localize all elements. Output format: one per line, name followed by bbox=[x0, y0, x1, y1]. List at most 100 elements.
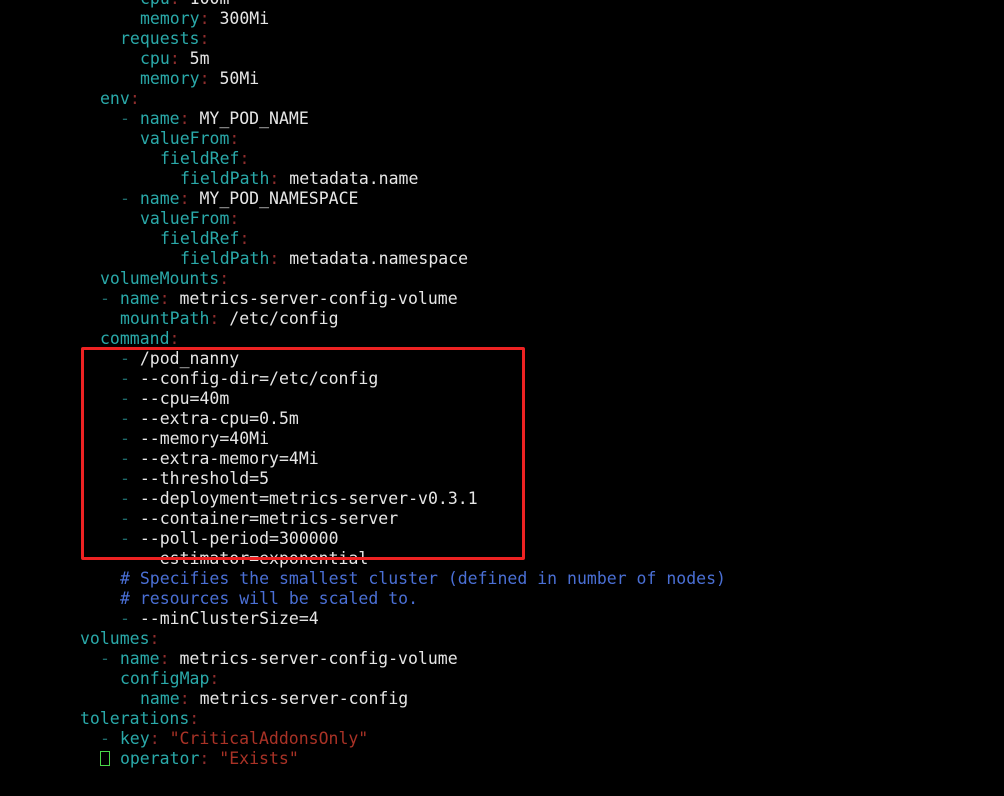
code-token-dash: - bbox=[120, 549, 140, 568]
code-token-key: cpu bbox=[140, 0, 170, 8]
code-line: volumeMounts: bbox=[0, 269, 1004, 289]
code-token-val: /etc/config bbox=[219, 309, 339, 328]
code-line: memory: 300Mi bbox=[0, 9, 1004, 29]
code-token-val: --cpu=40m bbox=[139, 389, 230, 408]
code-token-key: valueFrom bbox=[140, 129, 230, 148]
code-token-val: metrics-server-config bbox=[189, 689, 409, 708]
code-token-colon: : bbox=[129, 89, 140, 108]
code-line: - --container=metrics-server bbox=[0, 509, 1004, 529]
code-token-key: command bbox=[100, 329, 170, 348]
code-line: tolerations: bbox=[0, 709, 1004, 729]
code-token-comment: # resources will be scaled to. bbox=[120, 589, 419, 608]
code-token-colon: : bbox=[199, 69, 210, 88]
code-token-dash: - bbox=[120, 429, 140, 448]
code-line: - --threshold=5 bbox=[0, 469, 1004, 489]
code-token-val: MY_POD_NAMESPACE bbox=[189, 189, 359, 208]
code-token-key: fieldRef bbox=[160, 149, 240, 168]
code-token-colon: : bbox=[179, 109, 190, 128]
code-token-key: volumes bbox=[80, 629, 150, 648]
code-line: - --minClusterSize=4 bbox=[0, 609, 1004, 629]
code-token-dash: - bbox=[120, 469, 140, 488]
code-token-key: memory bbox=[140, 9, 200, 28]
code-line: valueFrom: bbox=[0, 209, 1004, 229]
code-line: fieldRef: bbox=[0, 229, 1004, 249]
code-line: name: metrics-server-config bbox=[0, 689, 1004, 709]
code-token-val: --estimator=exponential bbox=[139, 549, 369, 568]
code-token-dash: - bbox=[120, 609, 140, 628]
code-line: - --estimator=exponential bbox=[0, 549, 1004, 569]
code-token-colon: : bbox=[199, 9, 210, 28]
code-line: env: bbox=[0, 89, 1004, 109]
code-token-key: key bbox=[119, 729, 150, 748]
code-line: # Specifies the smallest cluster (define… bbox=[0, 569, 1004, 589]
code-token-val: metrics-server-config-volume bbox=[169, 289, 458, 308]
code-token-dash: - bbox=[120, 449, 140, 468]
code-token-key: name bbox=[119, 649, 160, 668]
code-token-val: /pod_nanny bbox=[139, 349, 240, 368]
code-line: cpu: 100m bbox=[0, 0, 1004, 9]
code-line: mountPath: /etc/config bbox=[0, 309, 1004, 329]
code-token-colon: : bbox=[159, 289, 170, 308]
code-token-val: --extra-memory=4Mi bbox=[139, 449, 319, 468]
code-token-dash: - bbox=[120, 189, 140, 208]
code-line: requests: bbox=[0, 29, 1004, 49]
code-token-dash: - bbox=[120, 509, 140, 528]
code-token-key: configMap bbox=[120, 669, 210, 688]
code-token-key: fieldPath bbox=[180, 169, 270, 188]
code-token-key: requests bbox=[120, 29, 200, 48]
code-token-dash: - bbox=[120, 369, 140, 388]
code-line: - --poll-period=300000 bbox=[0, 529, 1004, 549]
code-token-colon: : bbox=[179, 189, 190, 208]
yaml-code-view[interactable]: cpu: 100mmemory: 300Mirequests:cpu: 5mme… bbox=[0, 0, 1004, 769]
code-token-dash: - bbox=[120, 409, 140, 428]
code-token-colon: : bbox=[199, 29, 210, 48]
code-token-key: cpu bbox=[140, 49, 170, 68]
code-token-dash: - bbox=[120, 349, 140, 368]
code-token-colon: : bbox=[269, 249, 280, 268]
code-token-val: metadata.name bbox=[279, 169, 419, 188]
code-token-val: --threshold=5 bbox=[139, 469, 270, 488]
code-line: - name: MY_POD_NAMESPACE bbox=[0, 189, 1004, 209]
code-token-key: name bbox=[119, 289, 160, 308]
code-token-colon: : bbox=[269, 169, 280, 188]
code-token-dash: - bbox=[100, 289, 120, 308]
code-token-key: fieldPath bbox=[180, 249, 270, 268]
code-line: fieldPath: metadata.name bbox=[0, 169, 1004, 189]
code-token-key: env bbox=[100, 89, 130, 108]
code-line: cpu: 5m bbox=[0, 49, 1004, 69]
code-token-colon: : bbox=[169, 49, 180, 68]
code-token-val: metadata.namespace bbox=[279, 249, 469, 268]
code-token-val: --minClusterSize=4 bbox=[139, 609, 319, 628]
code-token-str: "CriticalAddonsOnly" bbox=[169, 729, 369, 748]
terminal-window[interactable]: cpu: 100mmemory: 300Mirequests:cpu: 5mme… bbox=[0, 0, 1004, 796]
code-line: - key: "CriticalAddonsOnly" bbox=[0, 729, 1004, 749]
code-line: command: bbox=[0, 329, 1004, 349]
code-token-dash: - bbox=[120, 489, 140, 508]
code-token-colon: : bbox=[179, 689, 190, 708]
code-token-comment: # Specifies the smallest cluster (define… bbox=[120, 569, 726, 588]
code-token-dash: - bbox=[120, 529, 140, 548]
code-token-key: volumeMounts bbox=[100, 269, 220, 288]
code-token-colon: : bbox=[229, 209, 240, 228]
code-token-key: fieldRef bbox=[160, 229, 240, 248]
code-line: - --extra-cpu=0.5m bbox=[0, 409, 1004, 429]
code-line: - --config-dir=/etc/config bbox=[0, 369, 1004, 389]
code-line: - name: metrics-server-config-volume bbox=[0, 649, 1004, 669]
code-token-val: metrics-server-config-volume bbox=[169, 649, 458, 668]
code-token-dash: - bbox=[120, 389, 140, 408]
code-token-colon: : bbox=[149, 629, 160, 648]
code-token-key: name bbox=[139, 109, 180, 128]
code-token-val: MY_POD_NAME bbox=[189, 109, 309, 128]
code-line: - --cpu=40m bbox=[0, 389, 1004, 409]
code-token-colon: : bbox=[229, 129, 240, 148]
code-token-val: --memory=40Mi bbox=[139, 429, 270, 448]
code-token-val bbox=[160, 729, 170, 748]
text-cursor bbox=[100, 751, 110, 766]
code-line: - name: MY_POD_NAME bbox=[0, 109, 1004, 129]
code-token-val: --deployment=metrics-server-v0.3.1 bbox=[139, 489, 478, 508]
code-token-val bbox=[209, 749, 219, 768]
code-token-val: --poll-period=300000 bbox=[139, 529, 339, 548]
code-token-colon: : bbox=[170, 0, 180, 8]
code-line: - --deployment=metrics-server-v0.3.1 bbox=[0, 489, 1004, 509]
